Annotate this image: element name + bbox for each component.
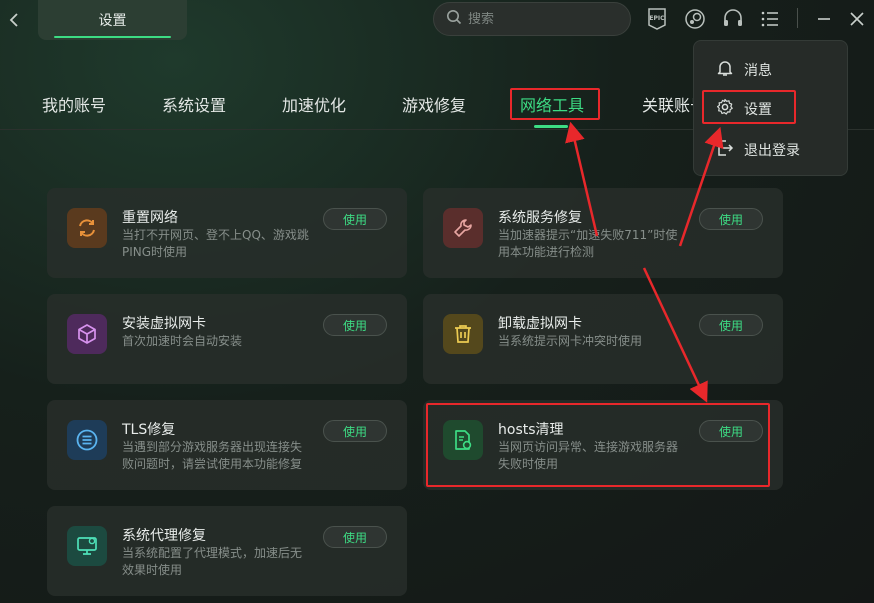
search-input[interactable] [468, 11, 618, 27]
close-icon[interactable] [846, 8, 868, 30]
trash-icon [443, 314, 483, 354]
tls-list-icon [67, 420, 107, 460]
tab-acceleration[interactable]: 加速优化 [282, 92, 346, 116]
tool-name: 卸载虚拟网卡 [498, 316, 582, 332]
tool-description: 当加速器提示“加速失败711”时使用本功能进行检测 [498, 228, 678, 259]
use-button[interactable]: 使用 [699, 314, 763, 336]
epic-games-icon[interactable]: EPIC [646, 8, 668, 30]
tool-name: TLS修复 [122, 422, 176, 438]
tab-game-repair[interactable]: 游戏修复 [402, 92, 466, 116]
minimize-icon[interactable] [813, 8, 835, 30]
file-refresh-icon [443, 420, 483, 460]
wrench-icon [443, 208, 483, 248]
tool-name: hosts清理 [498, 422, 564, 438]
menu-item-logout[interactable]: 退出登录 [716, 138, 800, 162]
use-button[interactable]: 使用 [323, 420, 387, 442]
tool-card-proxy-repair: 系统代理修复 当系统配置了代理模式，加速后无效果时使用 使用 [47, 506, 407, 596]
tool-card-tls-repair: TLS修复 当遇到部分游戏服务器出现连接失败问题时，请尝试使用本功能修复 使用 [47, 400, 407, 490]
menu-item-label: 消息 [744, 63, 772, 79]
active-tab-indicator [534, 125, 568, 128]
use-button[interactable]: 使用 [323, 314, 387, 336]
use-button[interactable]: 使用 [323, 526, 387, 548]
page-title: 设置 [98, 13, 127, 29]
bell-icon [716, 59, 734, 81]
svg-text:EPIC: EPIC [649, 15, 665, 22]
tool-card-service-repair: 系统服务修复 当加速器提示“加速失败711”时使用本功能进行检测 使用 [423, 188, 783, 278]
menu-item-label: 设置 [744, 102, 772, 118]
use-button[interactable]: 使用 [699, 208, 763, 230]
tool-description: 当遇到部分游戏服务器出现连接失败问题时，请尝试使用本功能修复 [122, 440, 303, 471]
tool-name: 重置网络 [122, 210, 178, 226]
menu-list-icon[interactable] [759, 8, 781, 30]
tool-card-uninstall-adapter: 卸载虚拟网卡 当系统提示网卡冲突时使用 使用 [423, 294, 783, 384]
search-icon [446, 9, 462, 29]
tool-card-install-adapter: 安装虚拟网卡 首次加速时会自动安装 使用 [47, 294, 407, 384]
toolbar-divider [797, 8, 798, 28]
tool-card-hosts-clean: hosts清理 当网页访问异常、连接游戏服务器失败时使用 使用 [423, 400, 783, 490]
tool-name: 系统代理修复 [122, 528, 206, 544]
monitor-refresh-icon [67, 526, 107, 566]
gear-icon [716, 98, 734, 120]
tool-name: 系统服务修复 [498, 210, 582, 226]
menu-item-settings[interactable]: 设置 [716, 97, 772, 121]
title-bar: 设置 EPIC [0, 0, 874, 40]
tool-description: 当系统提示网卡冲突时使用 [498, 334, 643, 348]
page-title-tab[interactable]: 设置 [38, 0, 187, 40]
tool-description: 当打不开网页、登不上QQ、游戏跳PING时使用 [122, 228, 309, 259]
search-box[interactable] [433, 2, 631, 36]
tool-description: 当网页访问异常、连接游戏服务器失败时使用 [498, 440, 679, 471]
menu-item-messages[interactable]: 消息 [716, 58, 772, 82]
use-button[interactable]: 使用 [699, 420, 763, 442]
tab-network-tools[interactable]: 网络工具 [520, 92, 584, 116]
tool-card-reset-network: 重置网络 当打不开网页、登不上QQ、游戏跳PING时使用 使用 [47, 188, 407, 278]
tool-description: 当系统配置了代理模式，加速后无效果时使用 [122, 546, 303, 577]
tool-name: 安装虚拟网卡 [122, 316, 206, 332]
headset-icon[interactable] [722, 8, 744, 30]
tab-my-account[interactable]: 我的账号 [42, 92, 106, 116]
menu-item-label: 退出登录 [744, 143, 800, 159]
logout-icon [716, 139, 734, 161]
main-menu-dropdown: 消息 设置 退出登录 [693, 40, 848, 176]
use-button[interactable]: 使用 [323, 208, 387, 230]
tab-system-settings[interactable]: 系统设置 [162, 92, 226, 116]
refresh-icon [67, 208, 107, 248]
steam-icon[interactable] [684, 8, 706, 30]
chevron-left-icon[interactable] [8, 10, 22, 30]
cube-icon [67, 314, 107, 354]
tool-description: 首次加速时会自动安装 [122, 334, 243, 348]
